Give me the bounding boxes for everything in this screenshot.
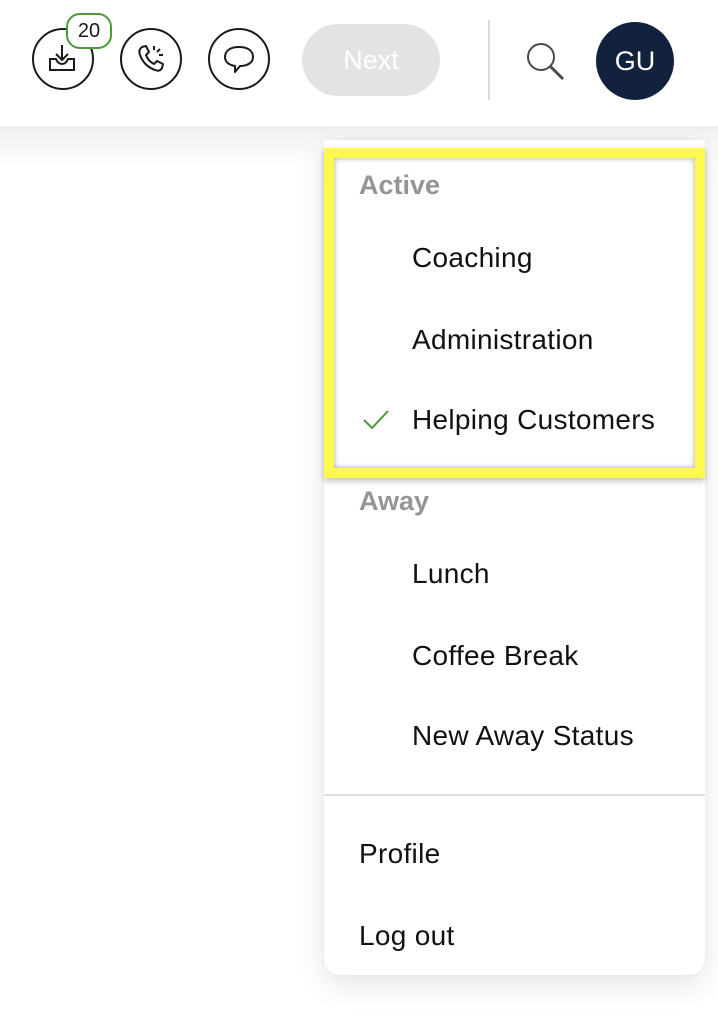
menu-item-label: Profile	[359, 838, 441, 869]
inbox-count-badge: 20	[66, 13, 112, 49]
menu-item-label: Coaching	[412, 242, 533, 273]
chat-button[interactable]	[208, 28, 270, 90]
checkmark-icon	[363, 410, 389, 430]
menu-item-coffee-break[interactable]: Coffee Break	[324, 626, 705, 686]
search-icon	[527, 43, 565, 81]
menu-item-label: Administration	[412, 324, 594, 355]
menu-item-administration[interactable]: Administration	[324, 310, 705, 370]
menu-item-helping-customers[interactable]: Helping Customers	[324, 390, 705, 450]
search-button[interactable]	[520, 36, 570, 86]
menu-item-label: Helping Customers	[412, 404, 656, 435]
menu-item-lunch[interactable]: Lunch	[324, 544, 705, 604]
user-avatar[interactable]: GU	[596, 22, 674, 100]
menu-item-log-out[interactable]: Log out	[324, 906, 705, 966]
phone-button[interactable]	[120, 28, 182, 90]
top-toolbar: 20 Next GU	[0, 0, 718, 126]
section-title-away: Away	[359, 486, 430, 516]
phone-ringing-icon	[138, 45, 164, 72]
menu-item-profile[interactable]: Profile	[324, 824, 705, 884]
menu-item-label: Lunch	[412, 558, 490, 589]
menu-item-label: New Away Status	[412, 720, 634, 751]
menu-item-new-away-status[interactable]: New Away Status	[324, 706, 705, 766]
toolbar-divider	[488, 20, 490, 100]
menu-divider	[324, 794, 705, 796]
menu-item-label: Coffee Break	[412, 640, 579, 671]
chat-bubble-icon	[224, 46, 254, 73]
menu-item-label: Log out	[359, 920, 455, 951]
menu-item-coaching[interactable]: Coaching	[324, 228, 705, 288]
next-button[interactable]: Next	[302, 24, 440, 96]
section-title-active: Active	[359, 170, 441, 200]
